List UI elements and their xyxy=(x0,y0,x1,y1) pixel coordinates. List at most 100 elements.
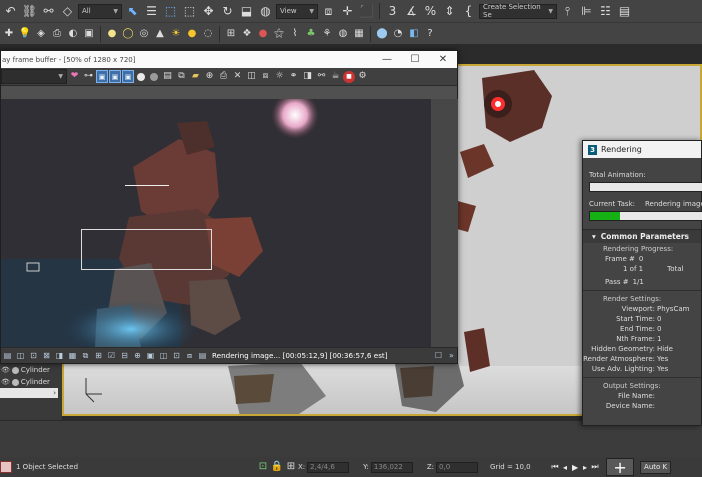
ring-icon[interactable]: ◯ xyxy=(121,25,135,42)
area-to-render-dropdown[interactable]: ▼ xyxy=(1,69,67,84)
status-tool-icon[interactable]: ⧉ xyxy=(80,350,91,361)
rect-selection-icon[interactable]: ⬚ xyxy=(162,3,179,20)
y-field[interactable]: 136,022 xyxy=(370,461,413,473)
window-crossing-icon[interactable]: ⬚ xyxy=(181,3,198,20)
channel-red-toggle[interactable]: ▣ xyxy=(96,70,108,83)
autokey-button[interactable]: Auto K xyxy=(640,460,672,474)
select-by-name-icon[interactable]: ☰ xyxy=(143,3,160,20)
place-icon[interactable]: ◍ xyxy=(257,3,274,20)
undo-icon[interactable]: ↶ xyxy=(2,3,19,20)
play-icon[interactable]: ▶ xyxy=(570,461,580,473)
isolate-icon[interactable]: ⊡ xyxy=(256,459,270,476)
next-frame-icon[interactable]: ▸ xyxy=(580,461,590,473)
minimize-icon[interactable]: — xyxy=(373,51,401,68)
select-object-icon[interactable]: ⬉ xyxy=(124,3,141,20)
reference-coord-dropdown[interactable]: View ▼ xyxy=(276,3,318,19)
render-canvas[interactable] xyxy=(1,99,431,347)
select-link-icon[interactable]: ⛓ xyxy=(21,3,38,20)
shapes-icon[interactable]: ◈ xyxy=(34,25,48,42)
status-tool-icon[interactable]: ⊞ xyxy=(93,350,104,361)
absolute-mode-icon[interactable]: ⊞ xyxy=(284,459,298,476)
z-field[interactable]: 0,0 xyxy=(436,461,479,473)
list-item[interactable]: 👁 Cylinder xyxy=(0,376,62,388)
compare-icon[interactable]: ◨ xyxy=(301,70,314,83)
eye-icon[interactable]: 👁 xyxy=(1,366,10,374)
status-tool-icon[interactable]: ⊡ xyxy=(28,350,39,361)
grid-icon[interactable]: ⊞ xyxy=(224,25,238,42)
prev-frame-icon[interactable]: ◂ xyxy=(560,461,570,473)
mirror-icon[interactable]: ⫯ xyxy=(559,3,576,20)
spinner-snap-icon[interactable]: ⇕ xyxy=(441,3,458,20)
goto-start-icon[interactable]: ⏮ xyxy=(550,461,560,473)
camera-icon[interactable]: ⎙ xyxy=(50,25,64,42)
status-tool-icon[interactable]: ⊟ xyxy=(119,350,130,361)
maximize-icon[interactable]: ☐ xyxy=(401,51,429,68)
pivot-center-icon[interactable]: ⧈ xyxy=(320,3,337,20)
common-parameters-rollout[interactable]: ▾ Common Parameters xyxy=(583,229,701,243)
eye-icon[interactable]: 👁 xyxy=(1,378,10,386)
foliage-icon[interactable]: ♣ xyxy=(304,25,318,42)
rotate-icon[interactable]: ↻ xyxy=(219,3,236,20)
copy-icon[interactable]: ⧉ xyxy=(175,70,188,83)
status-tool-icon[interactable]: ▤ xyxy=(197,350,208,361)
list-item[interactable]: 👁 Cylinder xyxy=(0,364,62,376)
helpers-icon[interactable]: ◐ xyxy=(66,25,80,42)
sky-icon[interactable]: ◌ xyxy=(201,25,215,42)
x-field[interactable]: 2,4/4,6 xyxy=(307,461,350,473)
scene-explorer-icon[interactable]: ☷ xyxy=(597,3,614,20)
horizontal-scrollbar[interactable]: › xyxy=(0,388,58,398)
vfb-vertical-scrollbar[interactable] xyxy=(431,99,458,347)
omni-icon[interactable]: ◎ xyxy=(137,25,151,42)
channel-green-toggle[interactable]: ▣ xyxy=(109,70,121,83)
sun-icon[interactable]: ☀ xyxy=(169,25,183,42)
settings-icon[interactable]: ⚙ xyxy=(356,70,369,83)
goto-end-icon[interactable]: ⏭ xyxy=(590,461,600,473)
folder-icon[interactable]: ▰ xyxy=(189,70,202,83)
color-palette-icon[interactable]: ❤ xyxy=(68,70,81,83)
layer-explorer-icon[interactable]: ▤ xyxy=(616,3,633,20)
save-icon[interactable]: ▤ xyxy=(161,70,174,83)
vfb-title-bar[interactable]: ay frame buffer - [50% of 1280 x 720] — … xyxy=(1,51,457,68)
help-icon[interactable]: ? xyxy=(423,25,437,42)
keyboard-shortcut-icon[interactable]: ⬛ xyxy=(358,3,375,20)
status-tool-icon[interactable]: ◨ xyxy=(54,350,65,361)
rollout-toggle-icon[interactable]: ▾ xyxy=(592,232,596,241)
texture-icon[interactable]: ▦ xyxy=(352,25,366,42)
collapse-icon[interactable]: » xyxy=(446,350,457,361)
render-icon[interactable]: ▣ xyxy=(82,25,96,42)
status-tool-icon[interactable]: ◫ xyxy=(158,350,169,361)
link-icon[interactable]: ⚯ xyxy=(315,70,328,83)
decal-icon[interactable]: ⚝ xyxy=(272,25,286,42)
render-production-icon[interactable]: ◧ xyxy=(407,25,421,42)
scroll-right-icon[interactable]: › xyxy=(53,389,56,397)
material-icon[interactable]: ◍ xyxy=(336,25,350,42)
angle-snap-icon[interactable]: ∡ xyxy=(403,3,420,20)
selection-filter-dropdown[interactable]: All ▼ xyxy=(78,3,122,19)
particle-icon[interactable]: ❖ xyxy=(240,25,254,42)
snaps-toggle-icon[interactable]: 3 xyxy=(384,3,401,20)
status-tool-icon[interactable]: ▦ xyxy=(67,350,78,361)
status-tool-icon[interactable]: ▣ xyxy=(145,350,156,361)
proxy-icon[interactable]: ⚘ xyxy=(320,25,334,42)
status-tool-icon[interactable]: ⊕ xyxy=(132,350,143,361)
scale-icon[interactable]: ⬓ xyxy=(238,3,255,20)
history-icon[interactable]: ⧈ xyxy=(259,70,272,83)
physics-icon[interactable]: ● xyxy=(256,25,270,42)
orb-icon[interactable]: ● xyxy=(185,25,199,42)
cone-light-icon[interactable]: ▲ xyxy=(153,25,167,42)
edit-named-selection-icon[interactable]: { xyxy=(460,3,477,20)
stop-render-icon[interactable]: ■ xyxy=(343,70,355,83)
maximize-icon[interactable]: ☐ xyxy=(433,350,444,361)
alpha-swatch-icon[interactable] xyxy=(137,72,145,81)
info-icon[interactable]: ◫ xyxy=(245,70,258,83)
print-icon[interactable]: ⎙ xyxy=(217,70,230,83)
sphere-light-icon[interactable]: ● xyxy=(105,25,119,42)
script-listener-icon[interactable] xyxy=(0,461,12,473)
add-key-button[interactable]: + xyxy=(606,458,635,477)
percent-snap-icon[interactable]: % xyxy=(422,3,439,20)
status-tool-icon[interactable]: ⧈ xyxy=(184,350,195,361)
status-tool-icon[interactable]: ▤ xyxy=(2,350,13,361)
stereo-icon[interactable]: ⚭ xyxy=(287,70,300,83)
create-icon[interactable]: ✚ xyxy=(2,25,16,42)
status-tool-icon[interactable]: ◫ xyxy=(15,350,26,361)
